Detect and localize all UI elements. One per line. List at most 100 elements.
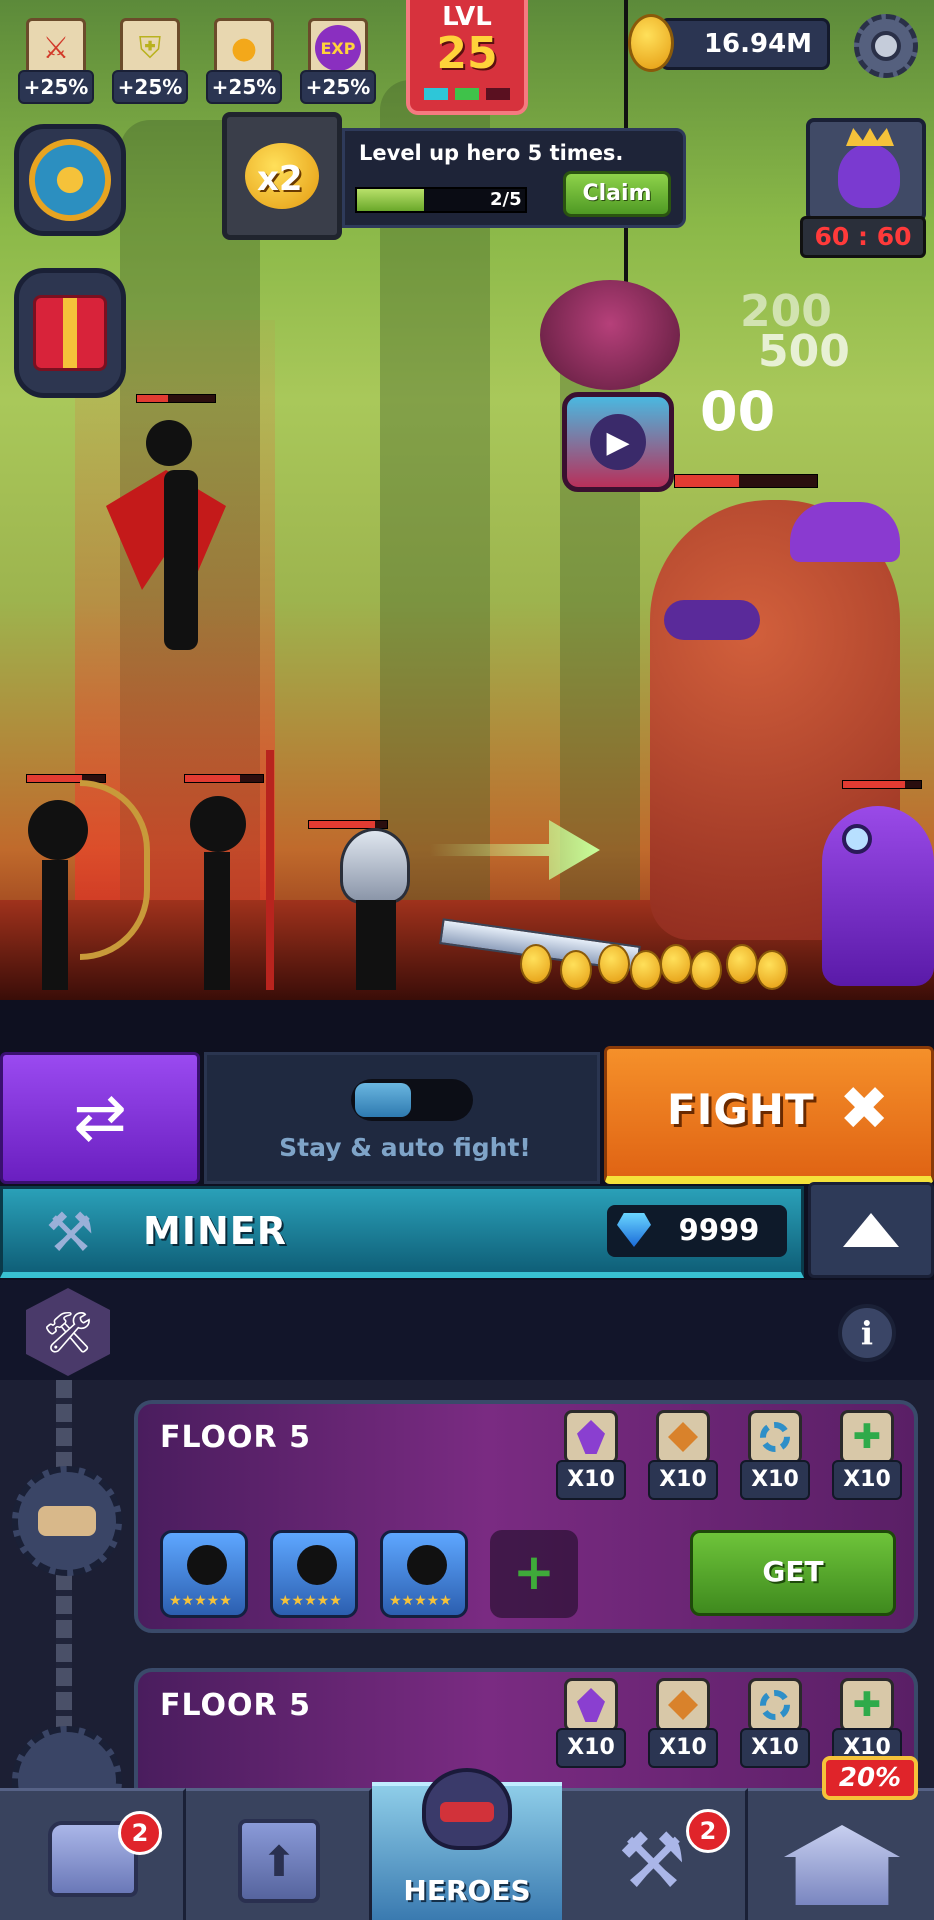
- claim-button[interactable]: Claim: [563, 171, 671, 217]
- stat-defense[interactable]: ⛨ +25%: [112, 8, 188, 106]
- get-button[interactable]: GET: [690, 1530, 896, 1616]
- settings-button[interactable]: [854, 14, 918, 78]
- auto-fight-toggle[interactable]: [351, 1079, 473, 1121]
- hero-health-bar: [184, 774, 264, 783]
- expand-button[interactable]: [808, 1182, 934, 1278]
- monster-hair: [790, 502, 900, 562]
- knight-helmet: [340, 828, 410, 904]
- gold-coin-icon: [756, 950, 788, 990]
- knight-body: [356, 900, 396, 990]
- mine-toolbar: 🛠 i: [0, 1280, 934, 1380]
- nav-shop[interactable]: [748, 1788, 934, 1920]
- gem-counter: 9999: [607, 1205, 787, 1257]
- stat-defense-label: +25%: [112, 70, 188, 104]
- helmet-visor: [440, 1802, 494, 1822]
- diamond-icon: [617, 1213, 651, 1247]
- gold-coin-icon: [520, 944, 552, 984]
- trident-icon: [266, 750, 274, 990]
- map-compass-icon: [29, 139, 111, 221]
- hero-avatar-icon: [187, 1545, 227, 1585]
- heroes-helmet-icon: [422, 1768, 512, 1850]
- nav-upgrade[interactable]: ⬆: [186, 1788, 372, 1920]
- gold-amount: 16.94M: [703, 29, 813, 59]
- swap-button[interactable]: ⇄: [0, 1052, 200, 1184]
- level-pip: [486, 88, 510, 100]
- resource-amount: X10: [740, 1728, 810, 1768]
- add-hero-button[interactable]: +: [490, 1530, 578, 1618]
- star-rating: ★★★★★: [279, 1593, 342, 1609]
- purple-crystal-icon: [564, 1678, 618, 1732]
- star-rating: ★★★★★: [169, 1593, 232, 1609]
- resource-amount: X10: [556, 1460, 626, 1500]
- orange-crystal-icon: [656, 1410, 710, 1464]
- gold-coin-icon: [690, 950, 722, 990]
- hero-avatar-icon: [407, 1545, 447, 1585]
- floor-title: FLOOR 5: [160, 1688, 311, 1723]
- auto-fight-panel: Stay & auto fight!: [204, 1052, 600, 1184]
- quest-progress-fill: [357, 189, 425, 211]
- hero-health-bar: [136, 394, 216, 403]
- damage-number: 00: [700, 380, 776, 443]
- gold-coin-icon: [726, 944, 758, 984]
- resource-amount: X10: [740, 1460, 810, 1500]
- stat-gold-label: +25%: [206, 70, 282, 104]
- stat-gold[interactable]: ● +25%: [206, 8, 282, 106]
- miner-header[interactable]: ⚒ MINER 9999: [0, 1186, 804, 1278]
- resource-reward: ✚ X10: [832, 1410, 902, 1506]
- stat-exp[interactable]: EXP +25%: [300, 8, 376, 106]
- drill-gear-button[interactable]: [12, 1466, 122, 1576]
- level-pip: [455, 88, 479, 100]
- fight-label: FIGHT: [667, 1085, 815, 1134]
- mine-badge: 2: [686, 1809, 730, 1853]
- miner-title: MINER: [143, 1209, 287, 1253]
- auto-fight-label: Stay & auto fight!: [279, 1133, 531, 1162]
- purple-crystal-icon: [564, 1410, 618, 1464]
- stat-exp-label: +25%: [300, 70, 376, 104]
- crossed-swords-icon: ✖: [839, 1074, 890, 1144]
- video-ad-box[interactable]: ▶: [562, 392, 674, 492]
- stat-attack[interactable]: ⚔ +25%: [18, 8, 94, 106]
- enemy-health-bar: [674, 474, 818, 488]
- orange-crystal-icon: [656, 1678, 710, 1732]
- level-value: 25: [436, 28, 498, 79]
- quest-text: Level up hero 5 times.: [359, 141, 624, 165]
- boss-timer: 60 : 60: [800, 216, 926, 258]
- hero-slot[interactable]: ★★★★★: [270, 1530, 358, 1618]
- tools-button[interactable]: 🛠: [26, 1288, 110, 1376]
- gear-icon: [871, 31, 901, 61]
- gold-coin-icon: [660, 944, 692, 984]
- mine-floors-area: FLOOR 5 X10 X10 X10 ✚ X10 ★★★★★ ★★★★★ ★★…: [0, 1380, 934, 1836]
- play-icon: ▶: [590, 414, 646, 470]
- archer-body: [42, 860, 68, 990]
- chest-badge: 2: [118, 1811, 162, 1855]
- resource-amount: X10: [648, 1728, 718, 1768]
- resource-reward: X10: [556, 1678, 626, 1774]
- exp-icon: EXP: [308, 18, 368, 78]
- stat-attack-label: +25%: [18, 70, 94, 104]
- gift-button[interactable]: [14, 268, 126, 398]
- drill-icon: [38, 1506, 96, 1536]
- resource-amount: X10: [648, 1460, 718, 1500]
- gem-amount: 9999: [678, 1213, 760, 1247]
- hero-slot[interactable]: ★★★★★: [380, 1530, 468, 1618]
- star-rating: ★★★★★: [389, 1593, 452, 1609]
- hero-head: [146, 420, 192, 466]
- monster-mouth: [664, 600, 760, 640]
- nav-mine[interactable]: ⚒ 2: [562, 1788, 748, 1920]
- resource-reward: X10: [648, 1410, 718, 1506]
- spider-enemy: [540, 280, 680, 390]
- hero-slot[interactable]: ★★★★★: [160, 1530, 248, 1618]
- nav-heroes[interactable]: HEROES: [372, 1768, 562, 1920]
- upgrade-book-icon: ⬆: [238, 1819, 320, 1903]
- boss-portrait[interactable]: [806, 118, 926, 222]
- level-badge[interactable]: LVL 25: [406, 0, 528, 115]
- crown-icon: [846, 128, 894, 146]
- nav-chest[interactable]: 2: [0, 1788, 186, 1920]
- blue-gear-icon: [748, 1410, 802, 1464]
- blue-gear-icon: [748, 1678, 802, 1732]
- fight-button[interactable]: FIGHT ✖: [604, 1046, 934, 1184]
- map-button[interactable]: [14, 124, 126, 236]
- info-button[interactable]: i: [838, 1304, 896, 1362]
- level-pip: [424, 88, 448, 100]
- shop-discount-badge: 20%: [822, 1756, 918, 1800]
